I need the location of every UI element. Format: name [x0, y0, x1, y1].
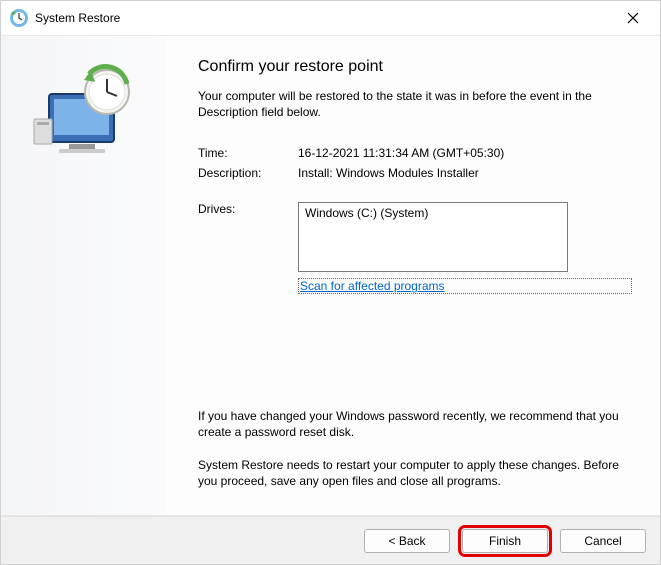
titlebar: System Restore	[1, 1, 660, 35]
main-content: Confirm your restore point Your computer…	[166, 36, 660, 515]
finish-button[interactable]: Finish	[462, 529, 548, 553]
dialog-body: Confirm your restore point Your computer…	[1, 35, 660, 516]
description-row: Description: Install: Windows Modules In…	[198, 166, 632, 180]
sidebar	[1, 36, 166, 515]
page-title: Confirm your restore point	[198, 58, 632, 76]
restart-note: System Restore needs to restart your com…	[198, 457, 632, 489]
drives-listbox[interactable]: Windows (C:) (System)	[298, 202, 568, 272]
intro-text: Your computer will be restored to the st…	[198, 88, 632, 120]
drive-item: Windows (C:) (System)	[305, 206, 561, 220]
description-label: Description:	[198, 166, 298, 180]
scan-affected-programs-link[interactable]: Scan for affected programs	[298, 278, 632, 294]
cancel-button[interactable]: Cancel	[560, 529, 646, 553]
restore-graphic-icon	[29, 64, 139, 164]
password-note: If you have changed your Windows passwor…	[198, 408, 632, 440]
time-label: Time:	[198, 146, 298, 160]
description-value: Install: Windows Modules Installer	[298, 166, 632, 180]
time-row: Time: 16-12-2021 11:31:34 AM (GMT+05:30)	[198, 146, 632, 160]
drives-label: Drives:	[198, 202, 298, 272]
footer: < Back Finish Cancel	[1, 516, 660, 564]
back-button[interactable]: < Back	[364, 529, 450, 553]
drives-row: Drives: Windows (C:) (System)	[198, 202, 632, 272]
close-button[interactable]	[610, 3, 656, 33]
system-restore-icon	[9, 8, 29, 28]
time-value: 16-12-2021 11:31:34 AM (GMT+05:30)	[298, 146, 632, 160]
window-title: System Restore	[35, 11, 610, 25]
